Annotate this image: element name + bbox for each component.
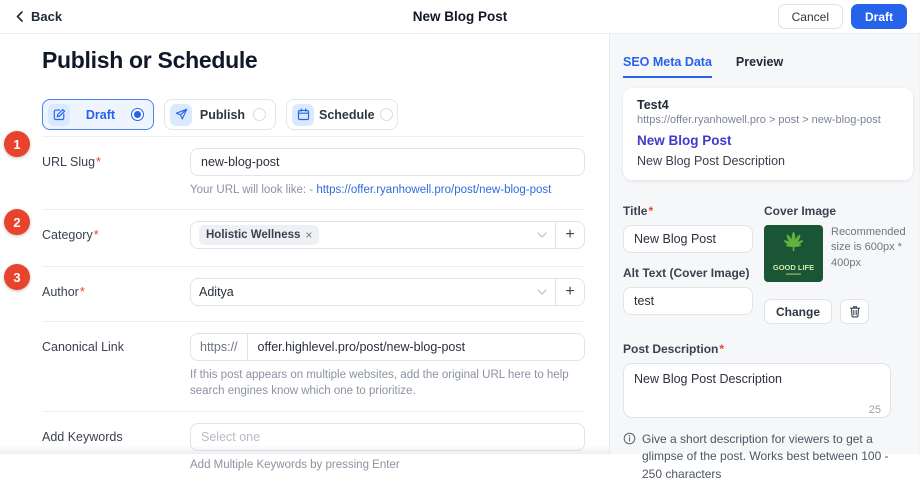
- info-icon: [623, 432, 636, 483]
- option-publish-label: Publish: [197, 108, 248, 122]
- chevron-down-icon: [537, 232, 547, 238]
- preview-title-link[interactable]: New Blog Post: [637, 133, 899, 148]
- url-slug-helper: Your URL will look like: - https://offer…: [190, 182, 585, 199]
- tab-preview[interactable]: Preview: [736, 55, 783, 78]
- author-row: Author* Aditya +: [42, 266, 585, 321]
- option-draft-label: Draft: [75, 108, 126, 122]
- category-chip-label: Holistic Wellness: [206, 229, 300, 241]
- alt-text-label: Alt Text (Cover Image): [623, 266, 753, 280]
- chevron-left-icon: [16, 11, 23, 22]
- keywords-input[interactable]: [190, 423, 585, 451]
- url-slug-row: URL Slug* Your URL will look like: - htt…: [42, 136, 585, 209]
- send-icon: [170, 104, 192, 126]
- required-asterisk: *: [719, 342, 724, 356]
- author-value: Aditya: [199, 285, 234, 299]
- option-draft[interactable]: Draft: [42, 99, 154, 130]
- publish-panel: 1 2 3 Publish or Schedule Draft Publish: [0, 34, 609, 454]
- category-label: Category*: [42, 221, 190, 249]
- edit-icon: [48, 104, 70, 126]
- chevron-down-icon: [537, 289, 547, 295]
- preview-breadcrumb: https://offer.ryanhowell.pro > post > ne…: [637, 114, 899, 126]
- draft-button[interactable]: Draft: [851, 4, 907, 29]
- annotation-badge-3: 3: [4, 264, 30, 290]
- category-select-main[interactable]: Holistic Wellness ×: [191, 222, 555, 248]
- url-slug-label: URL Slug*: [42, 148, 190, 199]
- cover-image-text: GOOD LIFE: [773, 263, 814, 272]
- section-heading: Publish or Schedule: [42, 47, 585, 74]
- canonical-input-group: https://: [190, 333, 585, 361]
- url-protocol-prefix: https://: [191, 334, 248, 360]
- canonical-label: Canonical Link: [42, 333, 190, 400]
- annotation-badge-1: 1: [4, 131, 30, 157]
- required-asterisk: *: [94, 228, 99, 242]
- delete-cover-button[interactable]: [840, 299, 869, 324]
- cover-image-label: Cover Image: [764, 204, 915, 218]
- add-category-button[interactable]: +: [555, 222, 584, 248]
- category-chip: Holistic Wellness ×: [199, 225, 319, 245]
- required-asterisk: *: [648, 204, 653, 218]
- keywords-row: Add Keywords Add Multiple Keywords by pr…: [42, 411, 585, 474]
- alt-text-input[interactable]: [623, 287, 753, 315]
- trash-icon: [849, 305, 861, 318]
- back-button[interactable]: Back: [13, 9, 62, 24]
- keywords-helper: Add Multiple Keywords by pressing Enter: [190, 457, 585, 474]
- publish-form: URL Slug* Your URL will look like: - htt…: [42, 136, 585, 474]
- post-description-block: Post Description* New Blog Post Descript…: [623, 342, 915, 483]
- required-asterisk: *: [80, 285, 85, 299]
- post-description-label: Post Description*: [623, 342, 915, 356]
- title-input[interactable]: [623, 225, 753, 253]
- title-label: Title*: [623, 204, 753, 218]
- calendar-icon: [292, 104, 314, 126]
- radio-schedule[interactable]: [380, 108, 393, 121]
- category-row: Category* Holistic Wellness × +: [42, 209, 585, 266]
- back-label: Back: [31, 9, 62, 24]
- preview-description: New Blog Post Description: [637, 154, 899, 168]
- character-count: 25: [869, 404, 881, 416]
- page-title: New Blog Post: [413, 9, 508, 24]
- author-select-main[interactable]: Aditya: [191, 279, 555, 305]
- cover-image-thumbnail[interactable]: GOOD LIFE: [764, 225, 823, 282]
- canonical-row: Canonical Link https:// If this post app…: [42, 321, 585, 411]
- cancel-button[interactable]: Cancel: [778, 4, 843, 29]
- add-author-button[interactable]: +: [555, 279, 584, 305]
- option-publish[interactable]: Publish: [164, 99, 276, 130]
- canonical-helper: If this post appears on multiple website…: [190, 367, 585, 400]
- description-helper: Give a short description for viewers to …: [623, 431, 899, 483]
- option-schedule-label: Schedule: [319, 108, 375, 122]
- url-preview-link[interactable]: https://offer.ryanhowell.pro/post/new-bl…: [316, 184, 551, 196]
- top-bar: Back New Blog Post Cancel Draft: [0, 0, 920, 34]
- tab-seo-meta-data[interactable]: SEO Meta Data: [623, 55, 712, 78]
- header-actions: Cancel Draft: [778, 4, 907, 29]
- serp-preview-card: Test4 https://offer.ryanhowell.pro > pos…: [623, 88, 913, 180]
- category-select[interactable]: Holistic Wellness × +: [190, 221, 585, 249]
- seo-panel: SEO Meta Data Preview Test4 https://offe…: [609, 34, 920, 454]
- annotation-badge-2: 2: [4, 209, 30, 235]
- radio-draft[interactable]: [131, 108, 144, 121]
- seo-tabs: SEO Meta Data Preview: [623, 55, 915, 78]
- chip-close-icon[interactable]: ×: [305, 228, 312, 242]
- author-select[interactable]: Aditya +: [190, 278, 585, 306]
- preview-site-name: Test4: [637, 98, 899, 112]
- option-schedule[interactable]: Schedule: [286, 99, 398, 130]
- canonical-input[interactable]: [248, 334, 584, 360]
- url-slug-input[interactable]: [190, 148, 585, 176]
- cover-size-hint: Recommended size is 600px * 400px: [831, 225, 915, 282]
- required-asterisk: *: [96, 155, 101, 169]
- author-label: Author*: [42, 278, 190, 306]
- post-description-textarea[interactable]: New Blog Post Description: [623, 363, 891, 418]
- change-cover-button[interactable]: Change: [764, 299, 832, 324]
- radio-publish[interactable]: [253, 108, 266, 121]
- keywords-label: Add Keywords: [42, 423, 190, 474]
- publish-mode-options: Draft Publish Schedule: [42, 99, 585, 130]
- meta-fields: Title* Alt Text (Cover Image) Cover Imag…: [623, 204, 915, 324]
